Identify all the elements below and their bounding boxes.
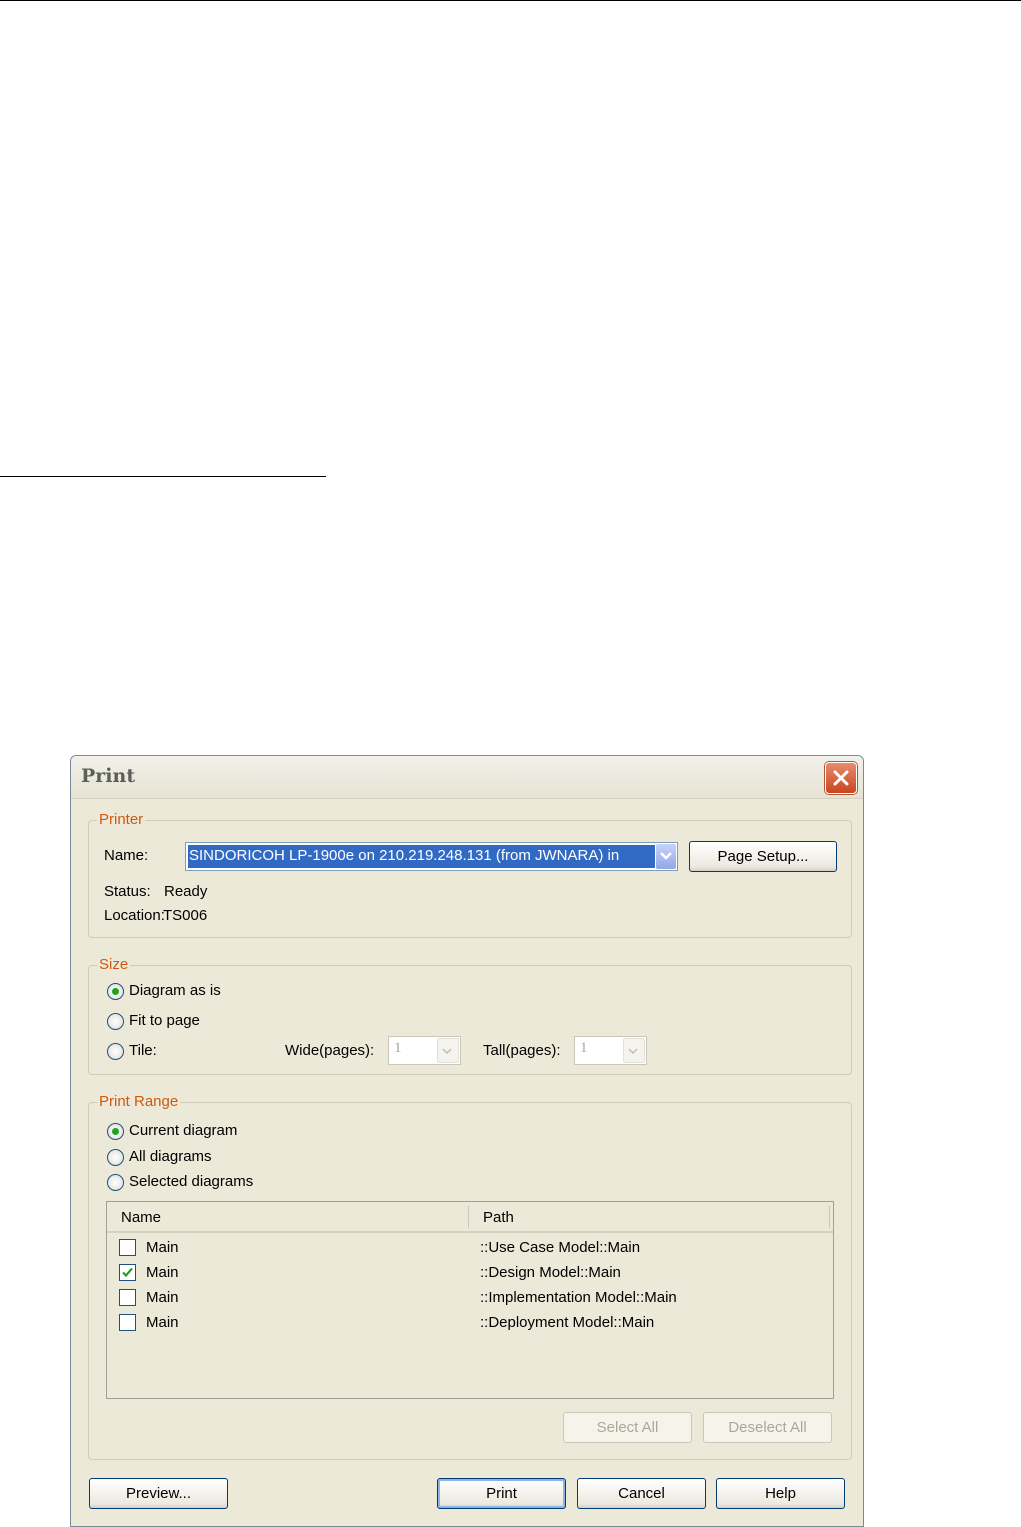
close-button[interactable] <box>825 762 857 794</box>
tall-dropdown-button[interactable] <box>623 1038 645 1063</box>
diagram-list[interactable]: Name Path Main ::Use Case Model::Main Ma… <box>106 1201 834 1399</box>
select-all-button[interactable]: Select All <box>563 1412 692 1443</box>
list-row[interactable]: Main ::Implementation Model::Main <box>107 1285 833 1309</box>
row-path: ::Implementation Model::Main <box>480 1289 677 1306</box>
tile-radio[interactable] <box>107 1043 124 1060</box>
printer-name-value: SINDORICOH LP-1900e on 210.219.248.131 (… <box>188 845 655 868</box>
fit-to-page-label[interactable]: Fit to page <box>129 1012 200 1029</box>
location-value: TS006 <box>163 907 208 924</box>
printer-legend: Printer <box>97 811 146 828</box>
row-checkbox[interactable] <box>119 1289 136 1306</box>
printer-name-label: Name: <box>104 847 149 864</box>
all-diagrams-label[interactable]: All diagrams <box>129 1148 212 1165</box>
chevron-down-icon <box>660 852 672 860</box>
document-underline-rule <box>0 476 326 477</box>
document-top-rule <box>0 0 1021 1</box>
tall-pages-value: 1 <box>580 1040 588 1056</box>
all-diagrams-radio[interactable] <box>107 1149 124 1166</box>
size-legend: Size <box>97 956 131 973</box>
row-checkbox[interactable] <box>119 1239 136 1256</box>
row-name: Main <box>146 1264 179 1281</box>
column-separator[interactable] <box>829 1206 830 1228</box>
fit-to-page-radio[interactable] <box>107 1013 124 1030</box>
close-icon <box>833 770 849 786</box>
diagram-as-is-radio[interactable] <box>107 983 124 1000</box>
printer-dropdown-button[interactable] <box>656 844 676 869</box>
row-path: ::Use Case Model::Main <box>480 1239 641 1256</box>
dialog-title: Print <box>81 765 136 787</box>
list-row[interactable]: Main ::Design Model::Main <box>107 1260 833 1284</box>
diagram-as-is-label[interactable]: Diagram as is <box>129 982 221 999</box>
column-path-header[interactable]: Path <box>483 1209 514 1226</box>
row-path: ::Deployment Model::Main <box>480 1314 655 1331</box>
tile-label[interactable]: Tile: <box>129 1042 157 1059</box>
status-label: Status: <box>104 883 151 900</box>
row-path: ::Design Model::Main <box>480 1264 621 1281</box>
deselect-all-button[interactable]: Deselect All <box>703 1412 832 1443</box>
selected-diagrams-radio[interactable] <box>107 1174 124 1191</box>
chevron-down-icon <box>628 1048 638 1055</box>
column-name-header[interactable]: Name <box>121 1209 161 1226</box>
selected-diagrams-label[interactable]: Selected diagrams <box>129 1173 253 1190</box>
location-label: Location: <box>104 907 165 924</box>
wide-pages-value: 1 <box>394 1040 402 1056</box>
wide-dropdown-button[interactable] <box>437 1038 459 1063</box>
current-diagram-label[interactable]: Current diagram <box>129 1122 237 1139</box>
page-setup-button[interactable]: Page Setup... <box>689 841 837 872</box>
row-name: Main <box>146 1239 179 1256</box>
list-row[interactable]: Main ::Deployment Model::Main <box>107 1310 833 1334</box>
status-value: Ready <box>164 883 208 900</box>
cancel-button[interactable]: Cancel <box>577 1478 706 1509</box>
printer-name-select[interactable]: SINDORICOH LP-1900e on 210.219.248.131 (… <box>185 842 678 871</box>
print-range-legend: Print Range <box>97 1093 181 1110</box>
print-button[interactable]: Print <box>437 1478 566 1509</box>
print-dialog: Print Printer Name: SINDORICOH LP-1900e … <box>70 755 864 1527</box>
current-diagram-radio[interactable] <box>107 1123 124 1140</box>
row-name: Main <box>146 1314 179 1331</box>
wide-pages-label: Wide(pages): <box>285 1042 375 1059</box>
tall-pages-label: Tall(pages): <box>483 1042 561 1059</box>
check-icon <box>122 1267 133 1278</box>
row-checkbox[interactable] <box>119 1264 136 1281</box>
title-bar[interactable]: Print <box>71 756 863 799</box>
row-name: Main <box>146 1289 179 1306</box>
tall-pages-select[interactable]: 1 <box>574 1036 647 1065</box>
list-row[interactable]: Main ::Use Case Model::Main <box>107 1235 833 1259</box>
column-separator[interactable] <box>468 1206 469 1228</box>
list-header: Name Path <box>107 1202 833 1233</box>
row-checkbox[interactable] <box>119 1314 136 1331</box>
wide-pages-select[interactable]: 1 <box>388 1036 461 1065</box>
preview-button[interactable]: Preview... <box>89 1478 228 1509</box>
chevron-down-icon <box>442 1048 452 1055</box>
help-button[interactable]: Help <box>716 1478 845 1509</box>
